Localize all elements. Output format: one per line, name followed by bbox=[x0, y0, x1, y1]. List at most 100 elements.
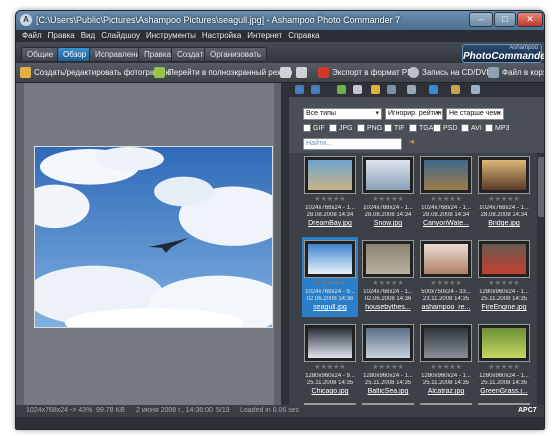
rating-stars[interactable]: ★★★★★ bbox=[476, 364, 532, 372]
menu-internet[interactable]: Интернет bbox=[247, 30, 282, 42]
tab-browse[interactable]: Обзор bbox=[57, 47, 93, 62]
forward-icon[interactable] bbox=[311, 85, 320, 94]
folder-icon[interactable] bbox=[353, 85, 362, 94]
favorites-icon[interactable] bbox=[451, 85, 460, 94]
thumbnail-item[interactable]: ★★★★★ 1280x960x24 - 1... 25.11.2008 14:35 B… bbox=[360, 321, 416, 401]
thumbnail-image[interactable] bbox=[420, 156, 472, 194]
rating-stars[interactable]: ★★★★★ bbox=[302, 280, 358, 288]
search-go-icon[interactable]: ➜ bbox=[409, 138, 415, 148]
file-to-basket-button[interactable]: Файл в корзин bbox=[488, 63, 544, 83]
thumbnail-item[interactable]: ★★★★★ 1024x768x24 - 9... 02.06.2008 14:36 s… bbox=[302, 237, 358, 317]
rating-stars[interactable]: ★★★★★ bbox=[418, 280, 474, 288]
type-select[interactable]: Все типы bbox=[303, 108, 382, 120]
back-icon[interactable] bbox=[295, 85, 304, 94]
rating-stars[interactable]: ★★★★★ bbox=[418, 364, 474, 372]
thumbnail-date: 25.11.2008 14:35 bbox=[422, 380, 470, 386]
thumbnail-filename[interactable]: Snow.jpg bbox=[360, 220, 416, 228]
rotate-left-button[interactable] bbox=[280, 63, 294, 83]
rating-stars[interactable]: ★★★★★ bbox=[360, 196, 416, 204]
tab-general[interactable]: Общие bbox=[21, 47, 60, 62]
rating-stars[interactable]: ★★★★★ bbox=[302, 364, 358, 372]
thumbnail-item[interactable]: ★★★★★ 1024x768x24 - 1... 28.08.2008 14:34 B… bbox=[476, 153, 532, 233]
star-icon[interactable] bbox=[371, 85, 380, 94]
image-viewer[interactable] bbox=[16, 83, 282, 405]
menu-help[interactable]: Справка bbox=[288, 30, 319, 42]
thumbnail-item[interactable]: ★★★★★ 500x750x24 - 33... 23.11.2008 14:35 a… bbox=[418, 237, 474, 317]
thumbnails-view-icon[interactable] bbox=[429, 85, 438, 94]
thumbnail-image[interactable] bbox=[420, 324, 472, 362]
tab-organize[interactable]: Организовать bbox=[204, 47, 268, 62]
settings-icon[interactable] bbox=[471, 85, 480, 94]
fullscreen-button[interactable]: Перейти в полноэкранный режим bbox=[154, 63, 292, 83]
menu-settings[interactable]: Настройка bbox=[202, 30, 241, 42]
app-icon[interactable]: A bbox=[20, 14, 32, 26]
thumbnail-filename[interactable]: DreamBay.jpg bbox=[302, 220, 358, 228]
thumbnail-item[interactable]: ★★★★★ 1024x768x24 - 1... 02.06.2008 14:36 h… bbox=[360, 237, 416, 317]
thumbnail-image[interactable] bbox=[304, 240, 356, 278]
create-edit-photo-button[interactable]: Создать/редактировать фотографию bbox=[20, 63, 171, 83]
rating-stars[interactable]: ★★★★★ bbox=[476, 196, 532, 204]
thumbnail-item[interactable]: ★★★★★ 1024x768x24 - 1... 28.08.2008 14:34 C… bbox=[418, 153, 474, 233]
preview-image-seagull[interactable] bbox=[34, 146, 273, 328]
view-icon[interactable] bbox=[387, 85, 396, 94]
burn-cd-button[interactable]: Запись на CD/DVD bbox=[408, 63, 492, 83]
thumbnail-item[interactable]: ★★★★★ 1280x960x24 - 1... 25.11.2008 14:35 F… bbox=[476, 237, 532, 317]
checkbox-psd[interactable]: PSD bbox=[433, 124, 457, 134]
menu-view[interactable]: Вид bbox=[81, 30, 95, 42]
thumbnail-item[interactable]: ★★★★★ 1024x768x24 - 1... 28.08.2008 14:34 D… bbox=[302, 153, 358, 233]
minimize-button[interactable]: – bbox=[469, 12, 493, 27]
checkbox-tif[interactable]: TIF bbox=[384, 124, 405, 134]
checkbox-jpg[interactable]: JPG bbox=[329, 124, 353, 134]
thumbnail-filename[interactable]: CanyonWate... bbox=[418, 220, 474, 228]
menu-file[interactable]: Файл bbox=[22, 30, 42, 42]
thumbnail-item[interactable]: ★★★★★ 1280x960x24 - 9... 25.11.2008 14:35 C… bbox=[302, 321, 358, 401]
thumbnail-filename[interactable]: Alcatraz.jpg bbox=[418, 388, 474, 396]
checkbox-mp3[interactable]: MP3 bbox=[485, 124, 509, 134]
thumbnail-filename[interactable]: FireEngine.jpg bbox=[476, 304, 532, 312]
rating-select[interactable]: Игнорир. рейтинг bbox=[385, 108, 443, 120]
checkbox-png[interactable]: PNG bbox=[357, 124, 382, 134]
thumbnail-image[interactable] bbox=[362, 156, 414, 194]
thumbnail-image[interactable] bbox=[304, 156, 356, 194]
thumbnail-filename[interactable]: ashampoo_re... bbox=[418, 304, 474, 312]
menu-edit[interactable]: Правка bbox=[48, 30, 75, 42]
rating-stars[interactable]: ★★★★★ bbox=[418, 196, 474, 204]
thumbnail-image[interactable] bbox=[304, 324, 356, 362]
thumbnail-filename[interactable]: housebythes... bbox=[360, 304, 416, 312]
sort-icon[interactable] bbox=[407, 85, 416, 94]
thumbnail-image[interactable] bbox=[362, 324, 414, 362]
thumbnail-image[interactable] bbox=[478, 240, 530, 278]
thumbnail-scrollbar[interactable] bbox=[537, 153, 544, 405]
date-select[interactable]: Не старше чем.. bbox=[446, 108, 504, 120]
rating-stars[interactable]: ★★★★★ bbox=[302, 196, 358, 204]
thumbnail-item[interactable]: ★★★★★ 1280x960x24 - 1... 25.11.2008 14:35 A… bbox=[418, 321, 474, 401]
thumbnail-item[interactable]: ★★★★★ 1024x768x24 - 1... 28.08.2008 14:34 S… bbox=[360, 153, 416, 233]
thumbnail-image[interactable] bbox=[362, 240, 414, 278]
thumbnail-image[interactable] bbox=[420, 240, 472, 278]
thumbnail-filename[interactable]: Chicago.jpg bbox=[302, 388, 358, 396]
thumbnail-filename[interactable]: seagull.jpg bbox=[302, 304, 358, 312]
maximize-button[interactable]: □ bbox=[494, 12, 516, 27]
thumbnail-image[interactable] bbox=[478, 156, 530, 194]
search-input[interactable]: Найти... bbox=[303, 138, 402, 150]
title-bar[interactable]: A [C:\Users\Public\Pictures\Ashampoo Pic… bbox=[16, 11, 544, 30]
panel-splitter[interactable] bbox=[281, 83, 289, 405]
thumbnail-item[interactable]: ★★★★★ 1280x960x24 - 1... 25.11.2008 14:35 G… bbox=[476, 321, 532, 401]
checkbox-gif[interactable]: GIF bbox=[303, 124, 325, 134]
thumbnail-filename[interactable]: BalticSea.jpg bbox=[360, 388, 416, 396]
close-button[interactable]: ✕ bbox=[517, 12, 543, 27]
menu-tools[interactable]: Инструменты bbox=[146, 30, 196, 42]
rating-stars[interactable]: ★★★★★ bbox=[360, 364, 416, 372]
rotate-right-button[interactable] bbox=[296, 63, 310, 83]
refresh-icon[interactable] bbox=[337, 85, 346, 94]
thumbnail-filename[interactable]: Bridge.jpg bbox=[476, 220, 532, 228]
checkbox-tga[interactable]: TGA bbox=[409, 124, 433, 134]
thumbnail-filename[interactable]: GreenGrass.j... bbox=[476, 388, 532, 396]
export-pdf-button[interactable]: Экспорт в формат PDF bbox=[318, 63, 418, 83]
thumbnail-image[interactable] bbox=[478, 324, 530, 362]
checkbox-avi[interactable]: AVI bbox=[461, 124, 482, 134]
rating-stars[interactable]: ★★★★★ bbox=[476, 280, 532, 288]
menu-slideshow[interactable]: Слайдшоу bbox=[101, 30, 140, 42]
rating-stars[interactable]: ★★★★★ bbox=[360, 280, 416, 288]
scrollbar-thumb[interactable] bbox=[538, 157, 544, 217]
